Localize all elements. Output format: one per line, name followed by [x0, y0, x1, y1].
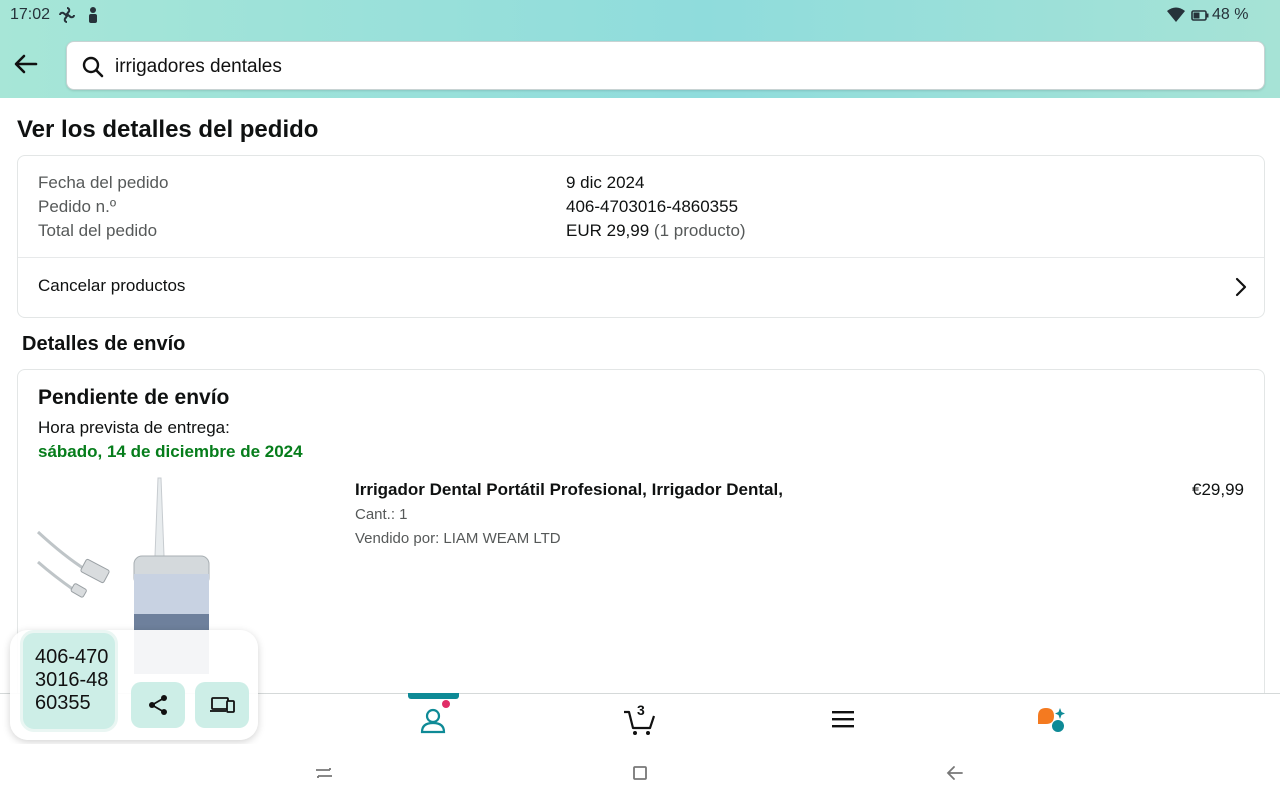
order-date-label: Fecha del pedido	[38, 173, 169, 192]
cart-count: 3	[637, 702, 645, 718]
system-back-icon[interactable]	[944, 762, 966, 784]
share-icon	[149, 695, 167, 715]
home-button-icon[interactable]	[629, 762, 651, 784]
order-summary-card: Fecha del pedido 9 dic 2024 Pedido n.º 4…	[17, 155, 1265, 318]
recents-icon[interactable]	[313, 762, 335, 784]
cancel-products-row[interactable]: Cancelar productos	[18, 258, 1264, 318]
wifi-icon	[1166, 6, 1185, 24]
clipboard-panel: 406-470 3016-48 60355	[10, 630, 258, 740]
search-bar[interactable]: irrigadores dentales	[66, 41, 1265, 90]
search-input[interactable]: irrigadores dentales	[115, 56, 282, 78]
copied-text: 406-470 3016-48 60355	[35, 646, 115, 715]
menu-icon	[832, 711, 854, 728]
battery-icon	[1191, 6, 1209, 24]
active-tab-indicator	[408, 693, 459, 699]
order-date-value: 9 dic 2024	[566, 173, 645, 192]
chevron-right-icon	[1232, 276, 1250, 298]
product-quantity: Cant.: 1	[355, 506, 408, 523]
status-time: 17:02	[10, 6, 51, 23]
nav-assistant[interactable]	[1020, 694, 1080, 745]
order-total-value: EUR 29,99 (1 producto)	[566, 221, 746, 241]
copied-text-line: 406-470	[35, 646, 109, 668]
copied-text-line: 3016-48	[35, 669, 109, 691]
shipment-status: Pendiente de envío	[38, 386, 230, 409]
account-icon	[420, 708, 446, 734]
fan-icon	[58, 6, 76, 24]
battery-level: 48 %	[1212, 6, 1249, 23]
order-number-value: 406-4703016-4860355	[566, 197, 739, 216]
nav-account[interactable]	[403, 694, 463, 745]
product-price: €29,99	[1192, 480, 1244, 499]
send-to-device-button[interactable]	[195, 682, 249, 728]
order-total-amount: EUR 29,99	[566, 221, 650, 240]
page-title: Ver los detalles del pedido	[17, 116, 319, 143]
copied-text-chip[interactable]: 406-470 3016-48 60355	[20, 630, 118, 732]
accessibility-icon	[84, 6, 102, 24]
app-header: 17:02 48 % irrigadores dentales	[0, 0, 1280, 98]
share-button[interactable]	[131, 682, 185, 728]
shipping-section-title: Detalles de envío	[22, 333, 186, 355]
delivery-eta-label: Hora prevista de entrega:	[38, 418, 230, 437]
delivery-eta-date: sábado, 14 de diciembre de 2024	[38, 442, 303, 461]
order-number-label: Pedido n.º	[38, 197, 117, 216]
assistant-icon	[1038, 708, 1065, 732]
copied-text-line: 60355	[35, 692, 91, 714]
notification-dot	[442, 700, 450, 708]
devices-icon	[210, 697, 235, 713]
order-total-count: (1 producto)	[653, 221, 746, 240]
nav-cart[interactable]: 3	[606, 694, 666, 745]
status-bar: 17:02 48 %	[0, 0, 1280, 30]
system-nav-bar	[0, 744, 1280, 800]
nav-menu[interactable]	[814, 694, 874, 745]
back-arrow-icon[interactable]	[10, 48, 42, 80]
product-title-link[interactable]: Irrigador Dental Portátil Profesional, I…	[355, 480, 783, 500]
product-seller: Vendido por: LIAM WEAM LTD	[355, 530, 561, 547]
order-total-label: Total del pedido	[38, 221, 158, 240]
search-icon	[81, 55, 105, 79]
cancel-products-label: Cancelar productos	[38, 276, 186, 295]
